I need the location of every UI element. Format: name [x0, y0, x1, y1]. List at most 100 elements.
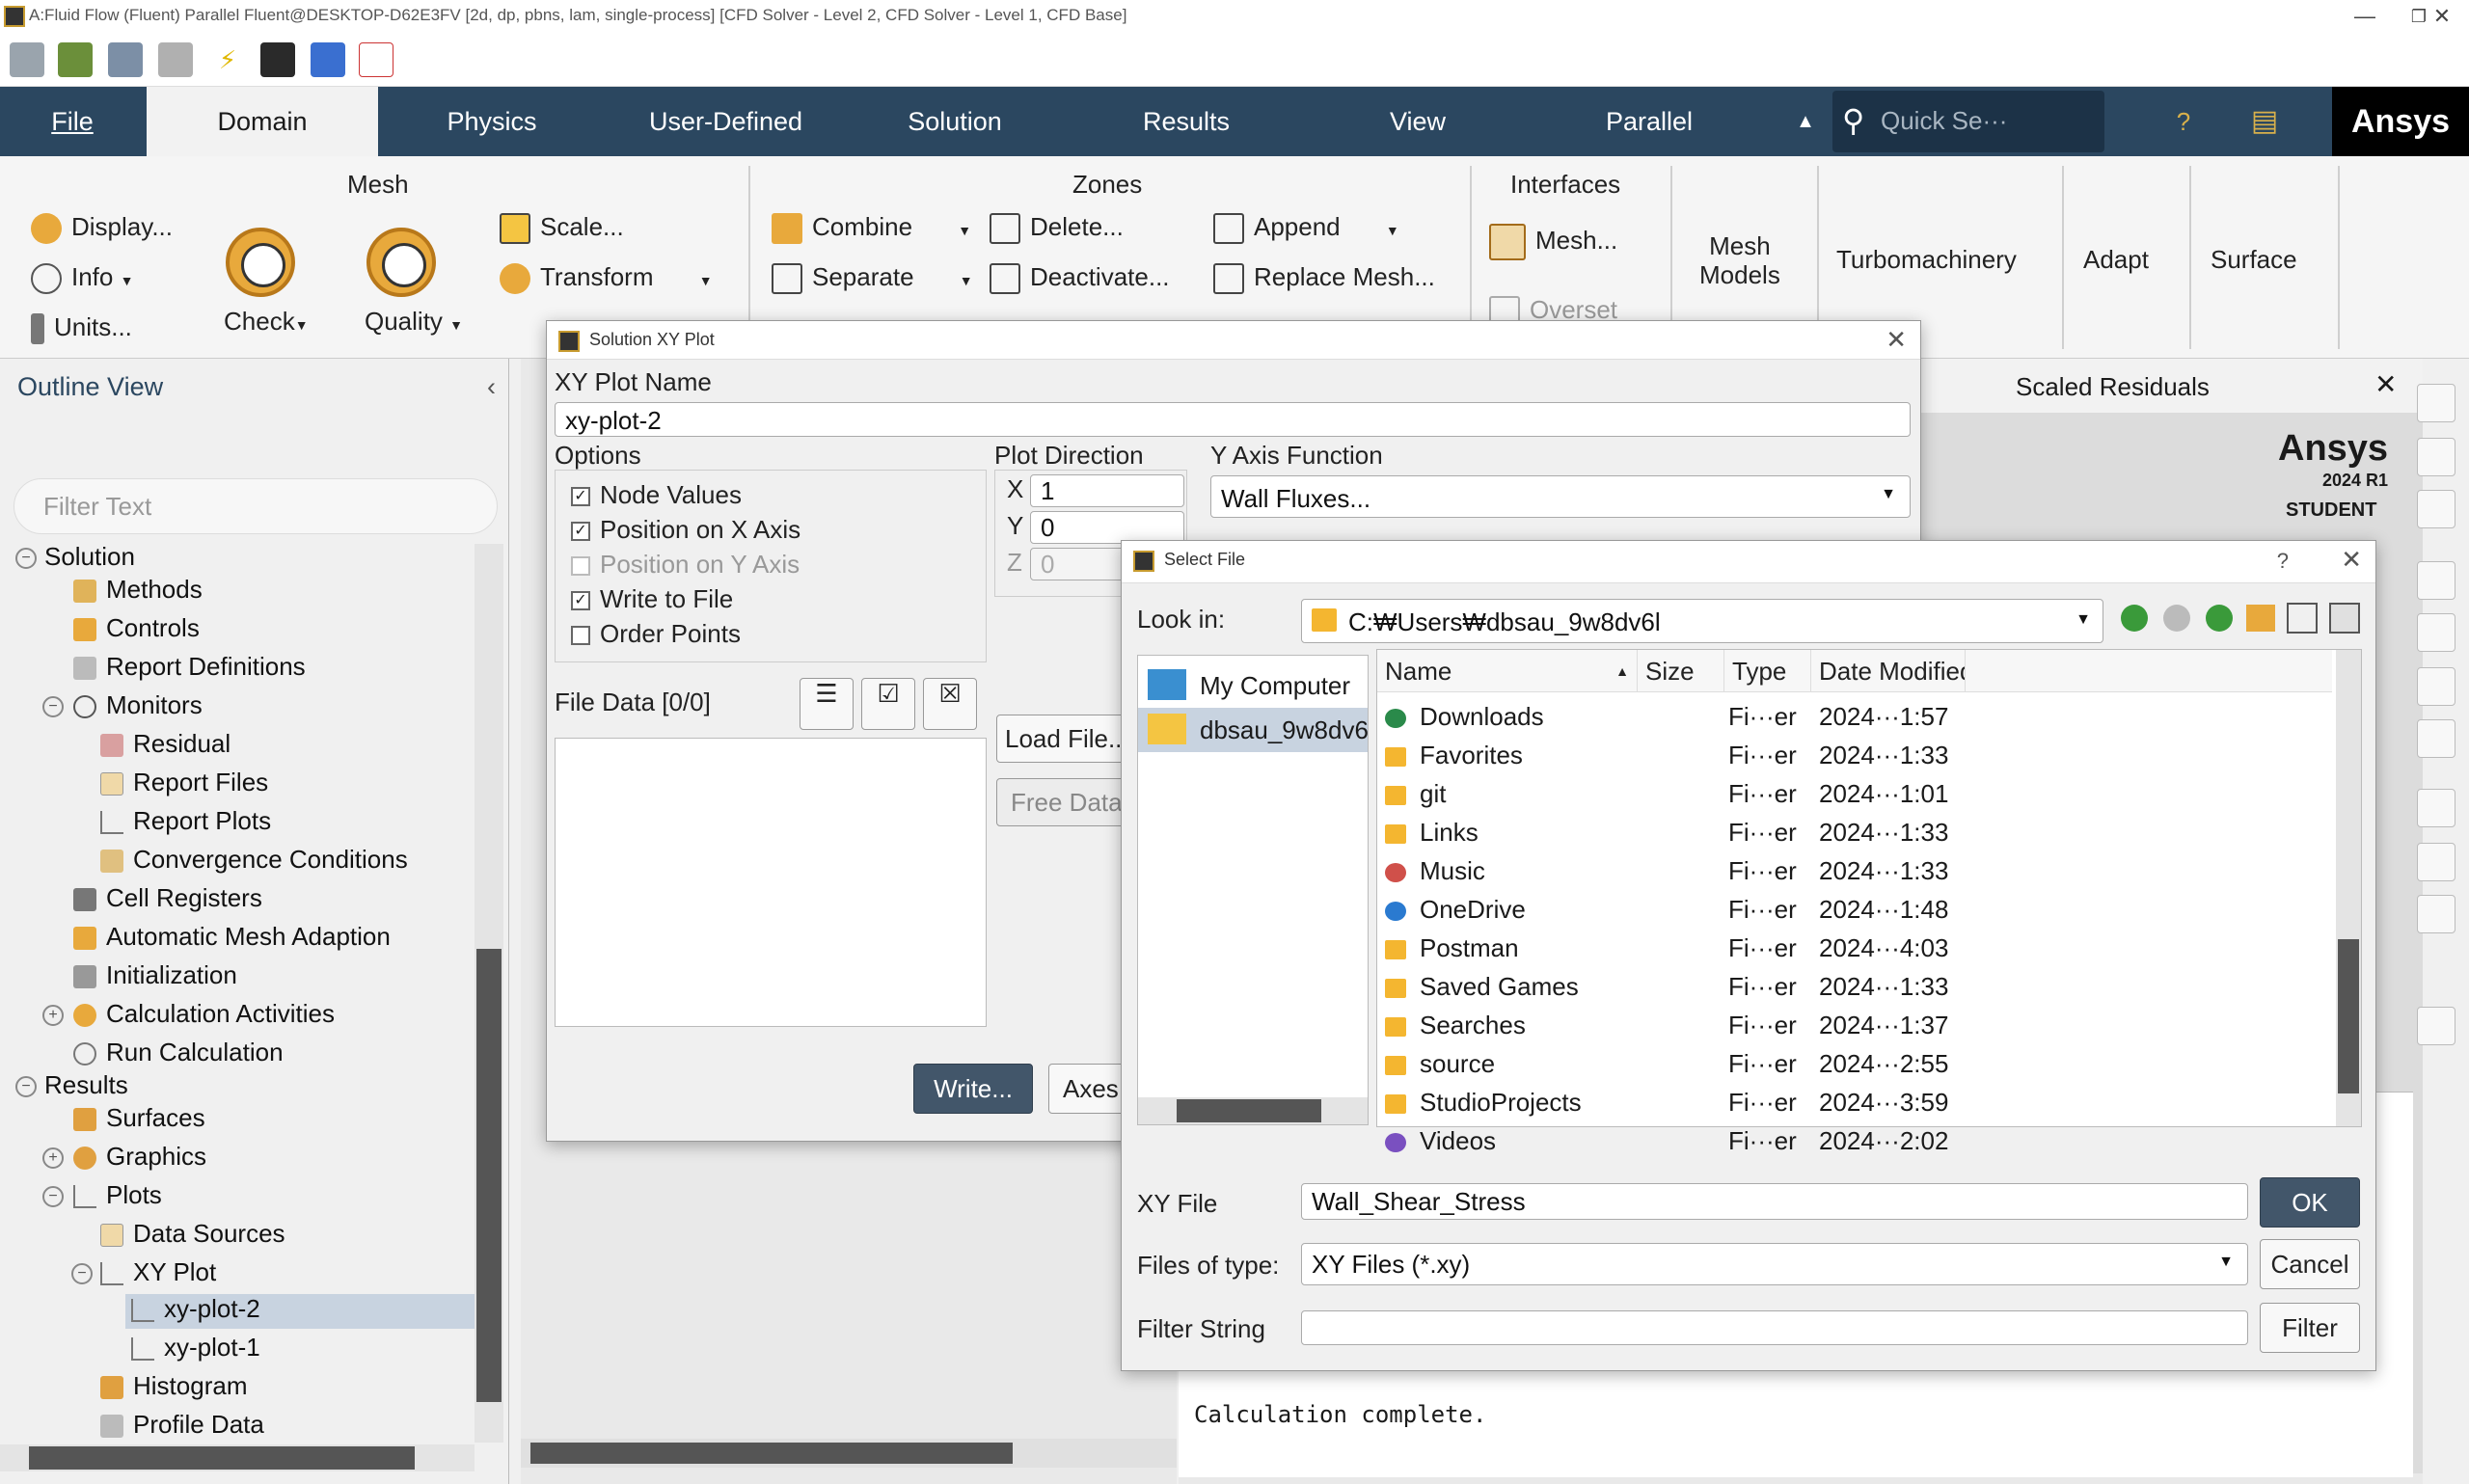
- list-view-icon[interactable]: [2287, 603, 2318, 634]
- lightning-icon[interactable]: ⚡: [210, 42, 245, 77]
- file-row[interactable]: Searches Fi···er 2024···1:37: [1377, 1005, 2332, 1043]
- xy-plot-name-input[interactable]: xy-plot-2: [555, 402, 1911, 437]
- files-of-type-select[interactable]: XY Files (*.xy) ▼: [1301, 1243, 2248, 1285]
- close-xy-plot-dialog-icon[interactable]: ✕: [1886, 325, 1907, 355]
- tree-item-report-files[interactable]: Report Files: [100, 768, 268, 802]
- tree-item-run-calculation[interactable]: Run Calculation: [73, 1038, 284, 1072]
- tab-parallel[interactable]: Parallel: [1562, 87, 1736, 156]
- file-data-list[interactable]: [555, 738, 987, 1027]
- tab-solution[interactable]: Solution: [868, 87, 1042, 156]
- tab-domain[interactable]: Domain: [147, 87, 378, 156]
- column-name[interactable]: Name ▲: [1377, 650, 1638, 692]
- view-toolbar-icon[interactable]: [2417, 384, 2455, 422]
- file-row[interactable]: Postman Fi···er 2024···4:03: [1377, 928, 2332, 966]
- close-graphics-tab-icon[interactable]: ✕: [2374, 368, 2397, 400]
- filter-string-input[interactable]: [1301, 1310, 2248, 1345]
- info-button[interactable]: Info ▼: [31, 262, 133, 295]
- report-icon[interactable]: [2417, 895, 2455, 933]
- tree-item-automatic-mesh-adaption[interactable]: Automatic Mesh Adaption: [73, 922, 391, 957]
- tree-item-data-sources[interactable]: Data Sources: [100, 1219, 285, 1254]
- tree-item-graphics[interactable]: Graphics: [73, 1142, 206, 1176]
- x-direction-input[interactable]: 1: [1030, 474, 1184, 507]
- column-date-modified[interactable]: Date Modified: [1811, 650, 1966, 692]
- append-button[interactable]: Append ▼: [1213, 212, 1399, 245]
- places-hscroll-thumb[interactable]: [1177, 1099, 1321, 1122]
- file-data-select-all-icon[interactable]: ☑: [861, 678, 915, 730]
- write-button[interactable]: Write...: [913, 1064, 1033, 1114]
- file-row[interactable]: Videos Fi···er 2024···2:02: [1377, 1120, 2332, 1159]
- collapse-monitors-icon[interactable]: −: [42, 696, 64, 717]
- tree-item-calculation-activities[interactable]: Calculation Activities: [73, 999, 335, 1034]
- tree-item-convergence-conditions[interactable]: Convergence Conditions: [100, 845, 408, 879]
- collapse-ribbon-icon[interactable]: ▲: [1786, 87, 1825, 156]
- collapse-xy-plot-icon[interactable]: −: [71, 1263, 93, 1284]
- tree-item-profile-data[interactable]: Profile Data: [100, 1410, 264, 1444]
- write-case-icon[interactable]: [108, 42, 143, 77]
- file-row[interactable]: OneDrive Fi···er 2024···1:48: [1377, 889, 2332, 928]
- file-row[interactable]: StudioProjects Fi···er 2024···3:59: [1377, 1082, 2332, 1120]
- collapse-results-icon[interactable]: −: [15, 1076, 37, 1097]
- tree-item-residual[interactable]: Residual: [100, 729, 231, 764]
- read-case-icon[interactable]: [10, 42, 44, 77]
- filter-text-input[interactable]: Filter Text: [14, 478, 498, 534]
- outline-scroll-thumb[interactable]: [476, 949, 502, 1402]
- surface-button[interactable]: Surface: [2211, 245, 2297, 275]
- position-on-x-axis-checkbox[interactable]: ✓ Position on X Axis: [571, 515, 800, 545]
- workbench-icon[interactable]: [260, 42, 295, 77]
- mo-icon[interactable]: [359, 42, 393, 77]
- scaled-residuals-tab[interactable]: Scaled Residuals: [2016, 372, 2210, 402]
- position-on-y-axis-checkbox[interactable]: Position on Y Axis: [571, 550, 800, 580]
- refresh-icon[interactable]: [158, 42, 193, 77]
- scale-button[interactable]: Scale...: [500, 212, 624, 245]
- interfaces-mesh-button[interactable]: Mesh...: [1489, 224, 1617, 260]
- node-values-checkbox[interactable]: ✓ Node Values: [571, 480, 742, 510]
- transform-button[interactable]: Transform ▼: [500, 262, 713, 295]
- file-row[interactable]: Saved Games Fi···er 2024···1:33: [1377, 966, 2332, 1005]
- tree-item-histogram[interactable]: Histogram: [100, 1371, 247, 1406]
- my-computer-item[interactable]: My Computer: [1138, 663, 1368, 706]
- forward-icon[interactable]: [2163, 605, 2190, 632]
- tree-item-xy-plot-2[interactable]: xy-plot-2: [125, 1294, 475, 1329]
- tree-item-xy-plot[interactable]: XY Plot: [100, 1257, 216, 1292]
- filter-button[interactable]: Filter: [2260, 1303, 2360, 1353]
- turbomachinery-button[interactable]: Turbomachinery: [1836, 245, 2017, 275]
- xy-file-input[interactable]: Wall_Shear_Stress: [1301, 1183, 2248, 1220]
- column-type[interactable]: Type: [1724, 650, 1811, 692]
- user-folder-item[interactable]: dbsau_9w8dv6l: [1138, 708, 1368, 752]
- parent-folder-icon[interactable]: [2206, 605, 2233, 632]
- copy-icon[interactable]: [2417, 1007, 2455, 1045]
- help-icon[interactable]: ?: [2157, 87, 2211, 156]
- mesh-models-button[interactable]: Mesh Models: [1699, 231, 1780, 289]
- file-data-list-icon[interactable]: ☰: [800, 678, 854, 730]
- display-mesh-button[interactable]: Display...: [31, 212, 173, 245]
- outline-vertical-scrollbar[interactable]: [475, 544, 503, 1443]
- quality-icon[interactable]: [366, 228, 436, 297]
- combine-button[interactable]: Combine ▼: [772, 212, 971, 245]
- quick-search[interactable]: ⚲ Quick Se···: [1832, 91, 2104, 152]
- tree-item-plots[interactable]: Plots: [73, 1180, 162, 1215]
- ruler-icon[interactable]: [2417, 843, 2455, 881]
- tree-item-initialization[interactable]: Initialization: [73, 960, 237, 995]
- write-to-file-checkbox[interactable]: ✓ Write to File: [571, 584, 733, 614]
- file-list-vscroll[interactable]: [2336, 650, 2361, 1126]
- file-row[interactable]: Links Fi···er 2024···1:33: [1377, 812, 2332, 850]
- order-points-checkbox[interactable]: Order Points: [571, 619, 741, 649]
- separate-button[interactable]: Separate ▼: [772, 262, 973, 295]
- collapse-panel-icon[interactable]: ‹: [487, 372, 496, 402]
- adapt-button[interactable]: Adapt: [2083, 245, 2149, 275]
- outline-hscroll-thumb[interactable]: [29, 1446, 415, 1470]
- help-icon[interactable]: ?: [2277, 549, 2289, 574]
- tree-item-methods[interactable]: Methods: [73, 575, 203, 609]
- ok-button[interactable]: OK: [2260, 1177, 2360, 1228]
- file-data-deselect-icon[interactable]: ☒: [923, 678, 977, 730]
- file-row[interactable]: Favorites Fi···er 2024···1:33: [1377, 735, 2332, 773]
- back-icon[interactable]: [2121, 605, 2148, 632]
- tab-file[interactable]: File: [0, 87, 145, 156]
- tree-item-xy-plot-1[interactable]: xy-plot-1: [131, 1333, 260, 1367]
- close-button[interactable]: ✕: [2415, 0, 2469, 35]
- look-in-select[interactable]: C:₩Users₩dbsau_9w8dv6l ▼: [1301, 599, 2103, 643]
- tree-item-results[interactable]: Results: [44, 1070, 128, 1105]
- check-icon[interactable]: [226, 228, 295, 297]
- check-button[interactable]: Check▼: [224, 307, 309, 337]
- tab-view[interactable]: View: [1331, 87, 1505, 156]
